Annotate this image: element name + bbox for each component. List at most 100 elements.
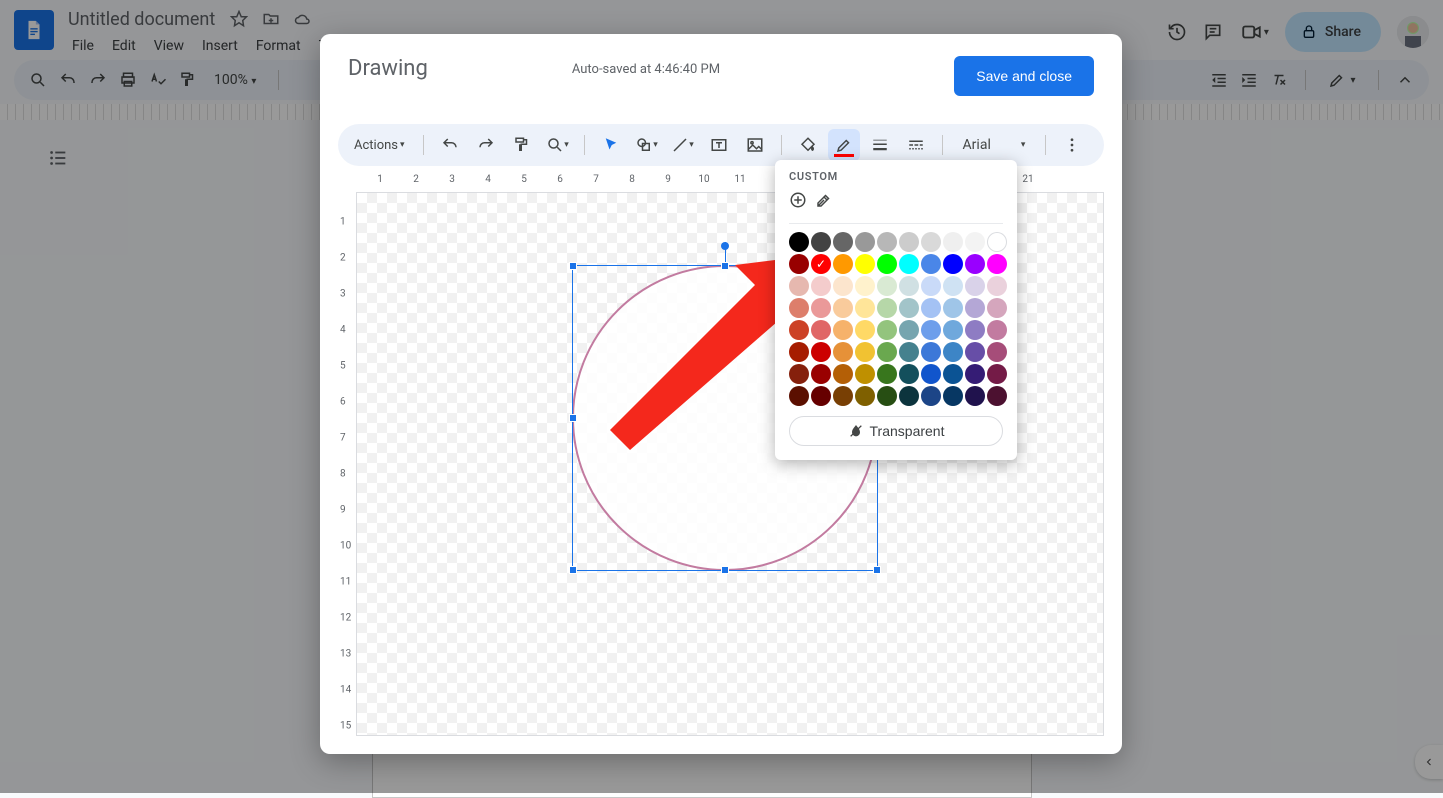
font-select[interactable]: Arial▾	[953, 137, 1036, 153]
color-swatch[interactable]	[987, 254, 1007, 274]
color-swatch[interactable]	[855, 276, 875, 296]
save-close-button[interactable]: Save and close	[954, 56, 1094, 96]
transparent-button[interactable]: Transparent	[789, 416, 1003, 446]
shape-tool-icon[interactable]: ▾	[631, 129, 663, 161]
redo-icon[interactable]	[88, 70, 108, 90]
outline-icon[interactable]	[38, 138, 78, 178]
color-swatch[interactable]	[833, 364, 853, 384]
color-swatch[interactable]	[943, 254, 963, 274]
redo-icon[interactable]	[470, 129, 502, 161]
color-swatch[interactable]	[899, 232, 919, 252]
history-icon[interactable]	[1167, 22, 1187, 42]
color-swatch[interactable]	[833, 386, 853, 406]
color-swatch[interactable]	[943, 342, 963, 362]
color-swatch[interactable]	[987, 298, 1007, 318]
color-swatch[interactable]	[921, 254, 941, 274]
spellcheck-icon[interactable]	[148, 70, 168, 90]
color-swatch[interactable]	[921, 298, 941, 318]
color-swatch[interactable]	[987, 232, 1007, 252]
color-swatch[interactable]	[943, 386, 963, 406]
color-swatch[interactable]	[877, 320, 897, 340]
color-swatch[interactable]	[789, 254, 809, 274]
color-swatch[interactable]	[833, 232, 853, 252]
menu-edit[interactable]: Edit	[104, 34, 144, 58]
color-swatch[interactable]	[833, 254, 853, 274]
color-swatch[interactable]	[855, 232, 875, 252]
menu-format[interactable]: Format	[248, 34, 309, 58]
color-swatch[interactable]	[833, 276, 853, 296]
color-swatch[interactable]	[965, 386, 985, 406]
indent-increase-icon[interactable]	[1239, 70, 1259, 90]
color-swatch[interactable]	[811, 232, 831, 252]
color-swatch[interactable]	[789, 364, 809, 384]
color-swatch[interactable]	[943, 364, 963, 384]
more-icon[interactable]	[1056, 129, 1088, 161]
color-swatch[interactable]	[943, 298, 963, 318]
color-swatch[interactable]	[943, 276, 963, 296]
color-swatch[interactable]	[811, 298, 831, 318]
color-swatch[interactable]	[811, 364, 831, 384]
color-swatch[interactable]	[877, 254, 897, 274]
add-custom-color-icon[interactable]	[789, 191, 807, 213]
color-swatch[interactable]	[965, 320, 985, 340]
color-swatch[interactable]	[789, 232, 809, 252]
color-swatch[interactable]	[965, 254, 985, 274]
color-swatch[interactable]	[789, 276, 809, 296]
color-swatch[interactable]	[987, 320, 1007, 340]
color-swatch[interactable]	[987, 386, 1007, 406]
color-swatch[interactable]	[833, 342, 853, 362]
color-swatch[interactable]	[877, 298, 897, 318]
border-weight-icon[interactable]	[864, 129, 896, 161]
color-swatch[interactable]	[921, 320, 941, 340]
color-swatch[interactable]	[965, 276, 985, 296]
line-tool-icon[interactable]: ▾	[667, 129, 699, 161]
color-swatch[interactable]	[899, 342, 919, 362]
color-swatch[interactable]	[987, 364, 1007, 384]
color-swatch[interactable]	[789, 386, 809, 406]
color-swatch[interactable]	[899, 298, 919, 318]
share-button[interactable]: Share	[1285, 12, 1381, 52]
star-icon[interactable]	[229, 9, 249, 29]
collapse-icon[interactable]	[1395, 70, 1415, 90]
paint-format-icon[interactable]	[178, 70, 198, 90]
undo-icon[interactable]	[58, 70, 78, 90]
color-swatch[interactable]	[855, 342, 875, 362]
menu-view[interactable]: View	[146, 34, 192, 58]
color-swatch[interactable]	[855, 386, 875, 406]
color-swatch[interactable]	[877, 276, 897, 296]
color-swatch[interactable]	[987, 276, 1007, 296]
search-icon[interactable]	[28, 70, 48, 90]
color-swatch[interactable]	[965, 232, 985, 252]
border-color-icon[interactable]	[828, 129, 860, 161]
color-swatch[interactable]	[899, 254, 919, 274]
color-swatch[interactable]	[965, 364, 985, 384]
clear-format-icon[interactable]	[1269, 70, 1289, 90]
color-swatch[interactable]	[811, 320, 831, 340]
color-swatch[interactable]	[899, 364, 919, 384]
doc-title[interactable]: Untitled document	[64, 9, 219, 30]
image-tool-icon[interactable]	[739, 129, 771, 161]
color-swatch[interactable]	[921, 386, 941, 406]
color-swatch[interactable]	[987, 342, 1007, 362]
color-swatch[interactable]	[943, 320, 963, 340]
paint-format-icon[interactable]	[506, 129, 538, 161]
zoom-icon[interactable]: ▾	[542, 129, 574, 161]
color-swatch[interactable]	[965, 342, 985, 362]
color-swatch[interactable]	[789, 320, 809, 340]
color-swatch[interactable]	[899, 276, 919, 296]
side-panel-toggle-icon[interactable]	[1415, 745, 1443, 779]
print-icon[interactable]	[118, 70, 138, 90]
color-swatch[interactable]	[811, 386, 831, 406]
color-swatch[interactable]	[877, 342, 897, 362]
color-swatch[interactable]	[855, 298, 875, 318]
avatar[interactable]	[1397, 16, 1429, 48]
undo-icon[interactable]	[434, 129, 466, 161]
fill-color-icon[interactable]	[792, 129, 824, 161]
select-tool-icon[interactable]	[595, 129, 627, 161]
menu-file[interactable]: File	[64, 34, 102, 58]
color-swatch[interactable]	[965, 298, 985, 318]
cloud-icon[interactable]	[293, 9, 313, 29]
menu-insert[interactable]: Insert	[194, 34, 246, 58]
color-swatch[interactable]	[877, 364, 897, 384]
color-swatch[interactable]	[899, 320, 919, 340]
